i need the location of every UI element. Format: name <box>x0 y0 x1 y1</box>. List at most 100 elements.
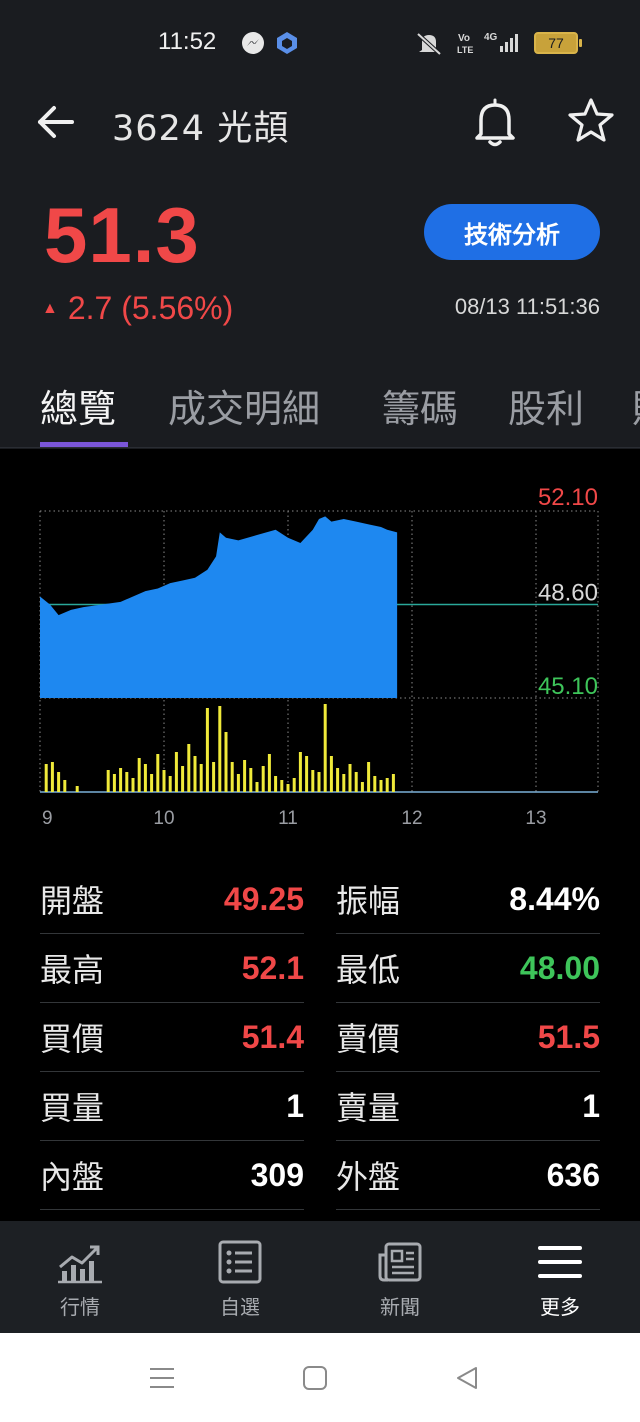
stat-value: 51.4 <box>241 1018 304 1055</box>
tab-chips[interactable]: 籌碼 <box>382 378 458 433</box>
volume-bar <box>125 772 129 792</box>
page-title: 3624 光頡 <box>112 109 290 149</box>
volume-bar <box>174 752 178 792</box>
stat-label: 振幅 <box>336 882 401 920</box>
nav-item-more[interactable]: 更多 <box>480 1221 640 1333</box>
price-area-fill <box>40 516 398 698</box>
volume-bar <box>57 772 61 792</box>
volume-bar <box>354 772 358 792</box>
volume-bar <box>267 754 271 792</box>
volume-bar <box>230 762 234 792</box>
status-bar: 11:52 Vo LTE 4G 77 <box>0 0 640 86</box>
stat-value: 52.1 <box>241 949 304 986</box>
price-change: ▲ 2.7 (5.56%) <box>42 290 233 327</box>
stat-label: 買價 <box>40 1020 105 1058</box>
mute-icon <box>416 32 442 56</box>
svg-text:4G: 4G <box>484 32 498 43</box>
y-tick-label: 48.60 <box>538 580 598 607</box>
stat-value: 48.00 <box>519 949 600 986</box>
current-price: 51.3 <box>44 191 200 279</box>
volume-bar <box>205 708 209 792</box>
tab-more-partial[interactable]: 財 <box>632 378 640 433</box>
volume-bar <box>373 776 377 792</box>
stat-row: 買量 1 <box>40 1072 304 1141</box>
volume-bar <box>336 768 340 792</box>
svg-text:LTE: LTE <box>457 45 473 55</box>
stat-value: 51.5 <box>537 1018 600 1055</box>
volume-bar <box>274 776 278 792</box>
x-tick-label: 11 <box>278 808 298 829</box>
stat-label: 最高 <box>40 951 105 989</box>
nav-item-watchlist[interactable]: 自選 <box>160 1221 320 1333</box>
volume-bar <box>212 762 216 792</box>
news-icon <box>378 1242 422 1282</box>
nav-item-news[interactable]: 新聞 <box>320 1221 480 1333</box>
stat-label: 最低 <box>336 951 401 989</box>
volume-bar <box>323 704 327 792</box>
bottom-nav: 行情 自選 新聞 更多 <box>0 1221 640 1333</box>
volume-bar <box>224 732 228 792</box>
stat-row: 振幅 8.44% <box>336 865 600 934</box>
bell-icon[interactable] <box>472 96 518 148</box>
stat-row: 買價 51.4 <box>40 1003 304 1072</box>
system-nav-bar <box>0 1333 640 1422</box>
header: 3624 光頡 <box>0 86 640 166</box>
x-tick-label: 10 <box>153 808 174 829</box>
messenger-icon <box>242 32 264 54</box>
x-tick-label: 9 <box>42 808 53 829</box>
volume-bar <box>243 760 247 792</box>
tab-dividend[interactable]: 股利 <box>508 378 584 433</box>
price-change-value: 2.7 (5.56%) <box>67 290 234 326</box>
technical-analysis-button[interactable]: 技術分析 <box>424 204 600 260</box>
volume-bar <box>280 780 284 792</box>
stat-value: 1 <box>582 1087 600 1124</box>
volume-bar <box>379 780 383 792</box>
volte-icon: Vo LTE <box>457 33 473 55</box>
volume-bar <box>348 764 352 792</box>
home-icon[interactable] <box>302 1365 328 1391</box>
nav-item-market[interactable]: 行情 <box>0 1221 160 1333</box>
volume-bar <box>236 774 240 792</box>
volume-bars <box>44 704 395 792</box>
price-area <box>40 516 398 698</box>
volume-bar <box>44 764 48 792</box>
signal-4g-icon: 4G <box>484 32 518 52</box>
y-tick-label: 52.10 <box>538 484 598 511</box>
quote-timestamp: 08/13 11:51:36 <box>454 294 600 319</box>
chart-icon <box>58 1245 102 1284</box>
stat-row: 賣量 1 <box>336 1072 600 1141</box>
tab-overview[interactable]: 總覽 <box>40 378 116 433</box>
x-tick-label: 12 <box>401 808 422 829</box>
volume-bar <box>50 762 54 792</box>
svg-text:Vo: Vo <box>458 33 470 44</box>
back-nav-icon[interactable] <box>454 1365 480 1391</box>
volume-bar <box>150 774 154 792</box>
chart-area: 52.10 48.60 45.10 9 10 11 12 13 開盤 49.25 振幅 8.44% 最… <box>0 449 640 1221</box>
menu-icon <box>538 1246 582 1278</box>
list-icon <box>218 1240 262 1284</box>
volume-bar <box>311 770 315 792</box>
battery-icon: 77 <box>534 32 582 54</box>
stat-value: 49.25 <box>223 880 304 917</box>
volume-bar <box>329 756 333 792</box>
volume-bar <box>342 774 346 792</box>
nav-label: 自選 <box>220 1295 260 1319</box>
intraday-chart[interactable]: 52.10 48.60 45.10 9 10 11 12 13 <box>0 449 640 849</box>
stat-row: 最高 52.1 <box>40 934 304 1003</box>
volume-bar <box>162 770 166 792</box>
recent-apps-icon[interactable] <box>148 1365 176 1391</box>
volume-bar <box>137 758 141 792</box>
volume-bar <box>286 784 290 792</box>
volume-bar <box>305 756 309 792</box>
star-icon[interactable] <box>566 96 616 146</box>
stat-label: 內盤 <box>40 1158 105 1196</box>
stat-label: 開盤 <box>40 882 105 920</box>
volume-bar <box>298 752 302 792</box>
tab-trade-details[interactable]: 成交明細 <box>168 378 320 433</box>
app-notification-icon <box>277 32 297 54</box>
back-arrow-icon[interactable] <box>34 102 78 142</box>
active-tab-indicator <box>40 442 128 447</box>
volume-bar <box>367 762 371 792</box>
volume-bar <box>156 754 160 792</box>
stat-value: 636 <box>546 1156 600 1193</box>
